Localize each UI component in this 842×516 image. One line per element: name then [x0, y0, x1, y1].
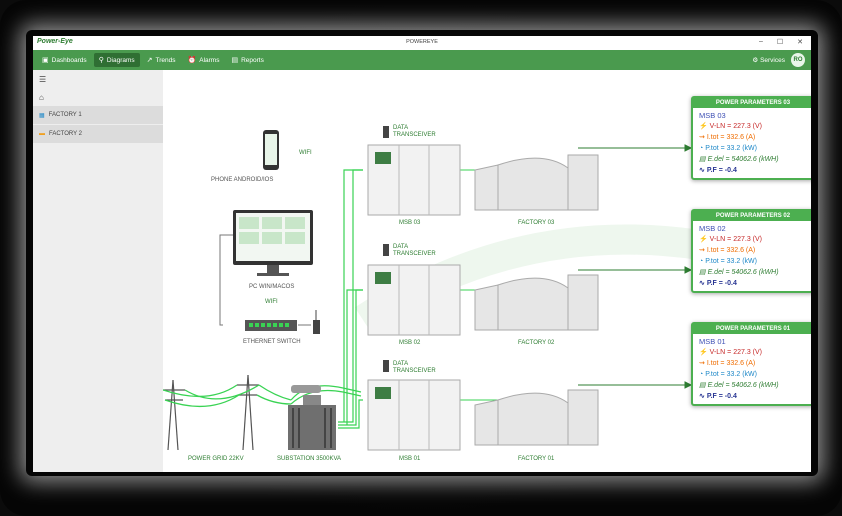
pf-text: P.F = -0.4 [706, 167, 737, 174]
nav-reports[interactable]: ▤ Reports [226, 53, 268, 67]
trend-icon: ↗ [146, 57, 153, 64]
voltage-text: V-LN = 227.3 (V) [709, 123, 763, 130]
avatar[interactable]: RO [791, 53, 805, 67]
title-bar: Power-Eye POWEREYE – ☐ ✕ [33, 36, 811, 50]
power-value: ◔ P.tot = 33.2 (kW) [699, 258, 757, 265]
power-grid-label: POWER GRID 22KV [188, 456, 244, 462]
sidebar: ☰ ⌂ ▦ FACTORY 1 ▬ FACTORY 2 [33, 70, 163, 472]
transceiver-line: DATA [393, 125, 409, 131]
power-value: ◔ P.tot = 33.2 (kW) [699, 145, 757, 152]
factory-label-02: FACTORY 02 [518, 340, 555, 346]
pf-text: P.F = -0.4 [706, 393, 737, 400]
transceiver-line: TRANSCEIVER [393, 251, 436, 257]
power-text: P.tot = 33.2 (kW) [705, 258, 757, 265]
voltage-value: ⚡ V-LN = 227.3 (V) [699, 236, 763, 243]
energy-value: ▤ E.del = 54062.6 (kWH) [699, 382, 779, 389]
voltage-text: V-LN = 227.3 (V) [709, 349, 763, 356]
menu-toggle[interactable]: ☰ [33, 70, 163, 88]
transceiver-label-01: DATA TRANSCEIVER [393, 361, 436, 375]
panel-msb: MSB 01 [699, 337, 726, 346]
factory-label-01: FACTORY 01 [518, 456, 555, 462]
menu-icon: ☰ [39, 74, 47, 84]
nav-label: Diagrams [106, 56, 135, 64]
home-icon: ⌂ [39, 92, 44, 102]
nav-alarms[interactable]: ⏰ Alarms [183, 53, 225, 67]
sidebar-item-factory-2[interactable]: ▬ FACTORY 2 [33, 125, 163, 143]
diagram-canvas: PHONE ANDROID/IOS WIFI PC WIN/MACOS WIFI… [163, 70, 811, 472]
transceiver-line: DATA [393, 244, 409, 250]
factory-label-03: FACTORY 03 [518, 220, 555, 226]
home-link[interactable]: ⌂ [33, 88, 163, 106]
nav-diagrams[interactable]: ⚲ Diagrams [93, 53, 140, 67]
nav-bar: ▣ Dashboards ⚲ Diagrams ↗ Trends ⏰ Alarms ▤ R… [33, 50, 811, 70]
minimize-button[interactable]: – [759, 38, 763, 46]
transceiver-label-03: DATA TRANSCEIVER [393, 125, 436, 139]
switch-label: ETHERNET SWITCH [243, 339, 301, 345]
msb-label-02: MSB 02 [399, 340, 421, 346]
wifi-label: WIFI [265, 299, 278, 305]
factory-icon: ▦ [39, 112, 45, 119]
close-button[interactable]: ✕ [797, 38, 803, 46]
voltage-value: ⚡ V-LN = 227.3 (V) [699, 123, 763, 130]
current-text: I.tot = 332.6 (A) [706, 247, 756, 254]
energy-text: E.del = 54062.6 (kWH) [707, 269, 779, 276]
nav-dashboards[interactable]: ▣ Dashboards [37, 53, 92, 67]
voltage-value: ⚡ V-LN = 227.3 (V) [699, 349, 763, 356]
current-value: ⇝ I.tot = 332.6 (A) [699, 247, 756, 254]
power-panel-02[interactable]: POWER PARAMETERS 02 MSB 02 ⚡ V-LN = 227.… [691, 209, 811, 293]
pf-text: P.F = -0.4 [706, 280, 737, 287]
phone-wifi-label: WIFI [299, 150, 312, 156]
current-text: I.tot = 332.6 (A) [706, 360, 756, 367]
voltage-text: V-LN = 227.3 (V) [709, 236, 763, 243]
panel-msb: MSB 03 [699, 111, 726, 120]
sidebar-item-label: FACTORY 1 [48, 112, 82, 118]
power-panel-03[interactable]: POWER PARAMETERS 03 MSB 03 ⚡ V-LN = 227.… [691, 96, 811, 180]
alarm-icon: ⏰ [187, 57, 197, 64]
msb-label-01: MSB 01 [399, 456, 421, 462]
folder-icon: ▬ [39, 131, 45, 137]
panel-title: POWER PARAMETERS 02 [693, 211, 811, 221]
pf-value: ∿ P.F = -0.4 [699, 280, 737, 287]
nav-label: Dashboards [51, 56, 87, 64]
maximize-button[interactable]: ☐ [777, 38, 783, 46]
transceiver-line: TRANSCEIVER [393, 368, 436, 374]
power-text: P.tot = 33.2 (kW) [705, 371, 757, 378]
energy-text: E.del = 54062.6 (kWH) [707, 156, 779, 163]
phone-label: PHONE ANDROID/IOS [211, 177, 274, 183]
app-window: Power-Eye POWEREYE – ☐ ✕ ▣ Dashboards ⚲ Di… [33, 36, 811, 472]
energy-value: ▤ E.del = 54062.6 (kWH) [699, 269, 779, 276]
nav-trends[interactable]: ↗ Trends [142, 53, 181, 67]
sidebar-item-label: FACTORY 2 [49, 131, 83, 137]
transceiver-label-02: DATA TRANSCEIVER [393, 244, 436, 258]
energy-text: E.del = 54062.6 (kWH) [707, 382, 779, 389]
pf-value: ∿ P.F = -0.4 [699, 167, 737, 174]
transceiver-line: TRANSCEIVER [393, 132, 436, 138]
panel-msb: MSB 02 [699, 224, 726, 233]
nav-label: Trends [155, 56, 176, 64]
services-label: Services [760, 57, 785, 64]
report-icon: ▤ [231, 57, 239, 64]
diagram-icon: ⚲ [98, 57, 104, 64]
current-value: ⇝ I.tot = 332.6 (A) [699, 360, 756, 367]
pc-label: PC WIN/MACOS [249, 284, 295, 290]
nav-label: Alarms [199, 56, 220, 64]
energy-value: ▤ E.del = 54062.6 (kWH) [699, 156, 779, 163]
current-text: I.tot = 332.6 (A) [706, 134, 756, 141]
nav-label: Reports [241, 56, 264, 64]
power-panel-01[interactable]: POWER PARAMETERS 01 MSB 01 ⚡ V-LN = 227.… [691, 322, 811, 406]
power-text: P.tot = 33.2 (kW) [705, 145, 757, 152]
window-title: POWEREYE [406, 39, 438, 45]
sidebar-item-factory-1[interactable]: ▦ FACTORY 1 [33, 106, 163, 124]
transceiver-line: DATA [393, 361, 409, 367]
substation-label: SUBSTATION 3500KVA [277, 456, 342, 462]
panel-title: POWER PARAMETERS 03 [693, 98, 811, 108]
dashboard-icon: ▣ [42, 57, 49, 64]
power-value: ◔ P.tot = 33.2 (kW) [699, 371, 757, 378]
pf-value: ∿ P.F = -0.4 [699, 393, 737, 400]
msb-label-03: MSB 03 [399, 220, 421, 226]
current-value: ⇝ I.tot = 332.6 (A) [699, 134, 756, 141]
panel-title: POWER PARAMETERS 01 [693, 324, 811, 334]
services-button[interactable]: ⚙ Services [752, 56, 785, 64]
